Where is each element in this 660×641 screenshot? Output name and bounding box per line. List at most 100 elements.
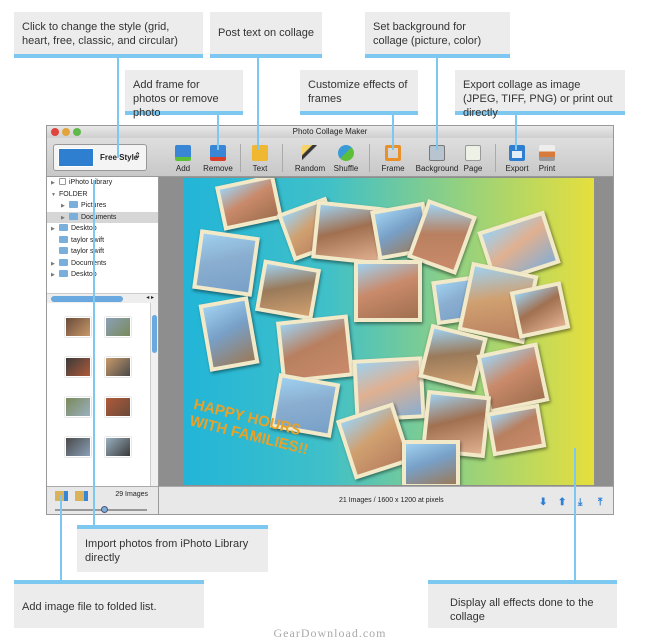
callout-style: Click to change the style (grid, heart, … <box>14 12 203 58</box>
callout-frame-photo: Add frame for photos or remove photo <box>125 70 243 119</box>
app-window: Photo Collage Maker Free Style ⇕ Add Rem… <box>46 125 614 515</box>
folder-icon <box>59 258 68 266</box>
random-button[interactable]: Random <box>290 145 330 173</box>
divider <box>369 144 370 172</box>
print-label: Print <box>538 164 556 173</box>
text-icon <box>252 145 268 161</box>
collage-photo[interactable] <box>485 403 547 457</box>
tree-item[interactable]: ▶ Documents <box>47 258 158 270</box>
minimize-button[interactable] <box>62 128 70 136</box>
divider <box>282 144 283 172</box>
shuffle-label: Shuffle <box>333 164 359 173</box>
callout-background: Set background for collage (picture, col… <box>365 12 510 58</box>
tree-item[interactable]: ▼ FOLDER <box>47 189 158 201</box>
tree-item-label: Documents <box>81 213 117 221</box>
collage-photo[interactable] <box>402 440 460 485</box>
thumbnail-size-slider[interactable] <box>55 506 147 513</box>
pointer-line <box>574 448 576 580</box>
collage-photo[interactable] <box>275 314 355 384</box>
collage-photo[interactable] <box>192 229 260 297</box>
image-count: 29 Images <box>115 491 148 498</box>
pointer-line <box>60 495 62 580</box>
tree-item[interactable]: taylor swift <box>47 246 158 258</box>
folder-icon <box>59 224 68 231</box>
thumbnail[interactable] <box>105 437 131 457</box>
tree-item-label: taylor swift <box>71 236 105 244</box>
horizontal-scrollbar[interactable]: ◂ ▸ <box>47 293 158 303</box>
tree-item[interactable]: ▶ Documents <box>47 211 158 223</box>
pointer-line <box>93 180 95 525</box>
canvas-info: 21 Images / 1600 x 1200 at pixels <box>339 497 444 504</box>
callout-display: Display all effects done to the collage <box>428 580 617 628</box>
move-up-icon[interactable]: ⬆ <box>558 497 566 508</box>
frame-label: Frame <box>381 164 405 173</box>
tree-item[interactable]: ▶ iPhoto Library <box>47 177 158 189</box>
close-button[interactable] <box>51 128 59 136</box>
move-top-icon[interactable]: ⤒ <box>598 497 602 508</box>
pointer-line <box>392 115 394 150</box>
vertical-scrollbar[interactable] <box>150 303 158 486</box>
text-label: Text <box>252 164 268 173</box>
magic-wand-icon <box>302 145 318 161</box>
callout-add-file: Add image file to folded list. <box>14 580 204 628</box>
callout-export: Export collage as image (JPEG, TIFF, PNG… <box>455 70 625 119</box>
iphoto-icon <box>59 178 66 185</box>
collage-photo[interactable] <box>254 259 322 321</box>
collage-photo[interactable] <box>509 281 571 339</box>
remove-label: Remove <box>203 164 233 173</box>
thumbnail[interactable] <box>65 317 91 337</box>
folder-icon <box>59 270 68 277</box>
page-label: Page <box>463 164 483 173</box>
printer-icon <box>539 145 555 161</box>
tree-item[interactable]: ▶ Desktop <box>47 223 158 235</box>
thumbnail[interactable] <box>65 397 91 417</box>
chevron-updown-icon: ⇕ <box>134 151 141 160</box>
collage-canvas-area: HAPPY HOURS WITH FAMILIES!! <box>159 177 613 486</box>
sidebar: ▶iPhoto Library▼FOLDER▶Pictures▶Document… <box>47 177 159 514</box>
folder-tree: ▶iPhoto Library▼FOLDER▶Pictures▶Document… <box>47 177 158 293</box>
pointer-line <box>217 115 219 150</box>
add-label: Add <box>175 164 191 173</box>
thumbnail[interactable] <box>65 437 91 457</box>
callout-text: Post text on collage <box>210 12 322 58</box>
folder-icon <box>59 247 68 254</box>
disclosure-arrow-icon[interactable]: ▶ <box>51 270 59 282</box>
status-bar: 21 Images / 1600 x 1200 at pixels ⬇ ⬆ ⤓ … <box>159 486 613 514</box>
page-button[interactable]: Page <box>453 145 493 173</box>
callout-iphoto: Import photos from iPhoto Library direct… <box>77 525 268 572</box>
tree-item-label: FOLDER <box>59 190 88 198</box>
add-button[interactable]: Add <box>163 145 203 173</box>
callout-effects: Customize effects of frames <box>300 70 418 115</box>
zoom-button[interactable] <box>73 128 81 136</box>
tree-item[interactable]: ▶ Desktop <box>47 269 158 281</box>
thumbnail-list[interactable] <box>47 303 158 486</box>
folder-icon <box>59 235 68 243</box>
text-button[interactable]: Text <box>240 145 280 173</box>
folder-icon <box>69 212 78 220</box>
collage-canvas[interactable]: HAPPY HOURS WITH FAMILIES!! <box>184 178 594 485</box>
thumbnail[interactable] <box>105 357 131 377</box>
move-bottom-icon[interactable]: ⤓ <box>578 497 582 508</box>
move-down-icon[interactable]: ⬇ <box>539 497 547 508</box>
title-bar: Photo Collage Maker <box>47 126 613 138</box>
tree-item[interactable]: ▶Pictures <box>47 200 158 212</box>
thumbnail[interactable] <box>65 357 91 377</box>
shuffle-icon <box>338 145 354 161</box>
shuffle-button[interactable]: Shuffle <box>326 145 366 173</box>
pointer-line <box>515 115 517 150</box>
collage-photo[interactable] <box>198 296 260 372</box>
tree-item[interactable]: taylor swift <box>47 235 158 247</box>
collage-photo[interactable] <box>214 178 284 231</box>
print-button[interactable]: Print <box>527 145 567 173</box>
folder-icon <box>69 201 78 208</box>
remove-folder-icon[interactable] <box>75 491 88 501</box>
thumbnail[interactable] <box>105 397 131 417</box>
pointer-line <box>117 58 119 158</box>
pointer-line <box>257 58 259 150</box>
thumbnail[interactable] <box>105 317 131 337</box>
toolbar: Free Style ⇕ Add Remove Text Random Shuf… <box>47 138 613 177</box>
collage-photo[interactable] <box>354 260 422 322</box>
add-photo-icon <box>175 145 191 161</box>
tree-item-label: iPhoto Library <box>69 179 113 186</box>
style-selector[interactable]: Free Style ⇕ <box>53 144 147 171</box>
